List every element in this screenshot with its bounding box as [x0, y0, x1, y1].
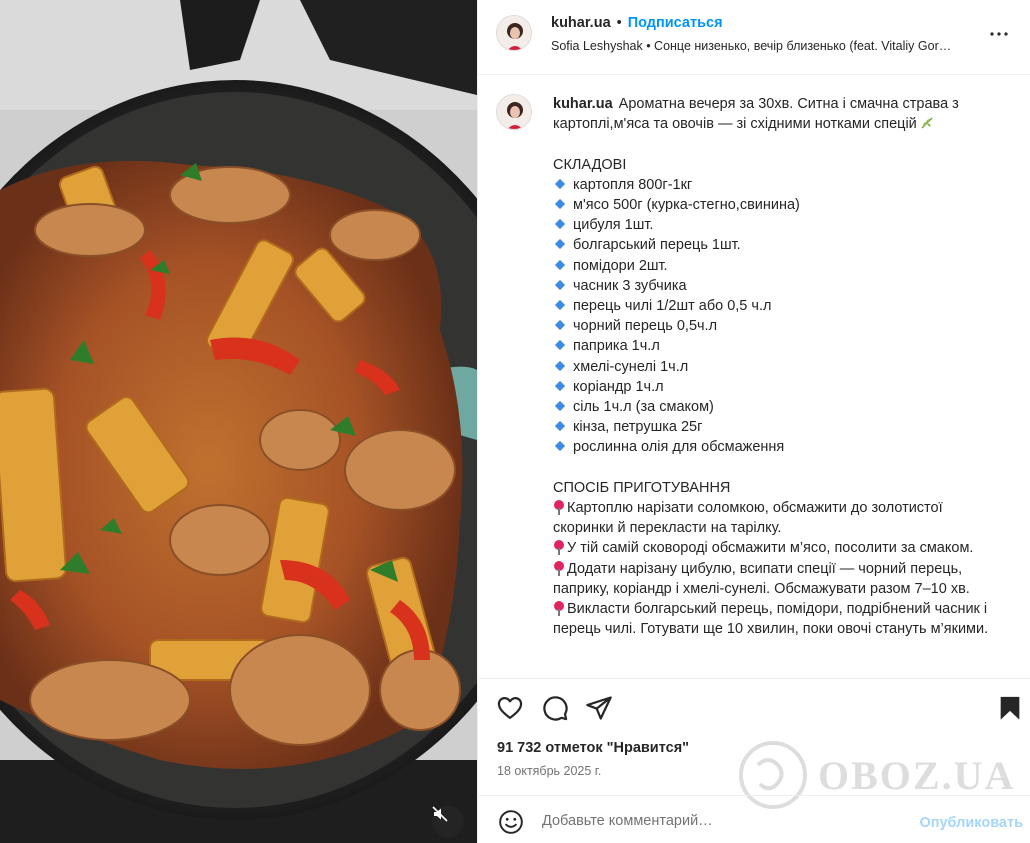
more-icon [990, 32, 1008, 36]
diamond-icon [554, 279, 566, 290]
ingredient-text: сіль 1ч.л (за смаком) [573, 399, 714, 416]
pushpin-icon [553, 560, 565, 576]
publish-button[interactable]: Опубликовать [919, 815, 1023, 831]
post-date: 18 октябрь 2025 г. [497, 764, 602, 778]
diamond-icon [554, 198, 566, 210]
follow-button[interactable]: Подписаться [628, 15, 723, 31]
list-item: паприка 1ч.л [553, 336, 993, 356]
food-photo [0, 0, 477, 843]
step-text: Додати нарізану цибулю, всипати спеції —… [553, 560, 970, 597]
caption-intro-text: Ароматна вечеря за 30хв. Ситна і смачна … [553, 96, 959, 133]
caption-text: kuhar.ua Ароматна вечеря за 30хв. Ситна … [553, 94, 993, 639]
list-item: чорний перець 0,5ч.л [553, 316, 993, 336]
ingredient-text: картопля 800г-1кг [573, 176, 693, 193]
diamond-icon [554, 320, 566, 331]
list-item: перець чилі 1/2шт або 0,5 ч.л [553, 296, 993, 316]
like-count[interactable]: 91 732 отметок "Нравится" [497, 740, 689, 756]
comment-icon [543, 696, 568, 721]
diamond-icon [554, 178, 566, 189]
diamond-icon [554, 421, 566, 432]
ingredient-text: помідори 2шт. [573, 257, 668, 274]
ingredient-text: коріандр 1ч.л [573, 378, 664, 395]
ingredient-text: часник 3 зубчика [573, 277, 687, 294]
ingredient-text: цибуля 1шт. [573, 217, 654, 234]
diamond-icon [554, 299, 566, 311]
pushpin-icon [553, 500, 565, 516]
diamond-icon [554, 340, 566, 351]
diamond-icon [554, 219, 566, 230]
list-item: часник 3 зубчика [553, 276, 993, 296]
mute-icon [432, 806, 448, 822]
list-item: сіль 1ч.л (за смаком) [553, 397, 993, 417]
ingredient-text: паприка 1ч.л [573, 338, 660, 355]
steps-list: Картоплю нарізати соломкою, обсмажити до… [553, 498, 993, 639]
list-item: хмелі-сунелі 1ч.л [553, 357, 993, 377]
post-media[interactable] [0, 0, 477, 843]
ingredients-title: СКЛАДОВІ [553, 156, 627, 173]
post-header: kuhar.ua • Подписаться Sofia Leshyshak • С… [478, 0, 1030, 75]
caption-intro: kuhar.ua Ароматна вечеря за 30хв. Ситна … [553, 94, 993, 134]
audio-attribution[interactable]: Sofia Leshyshak • Сонце низенько, вечір … [551, 39, 991, 53]
method-title: СПОСІБ ПРИГОТУВАННЯ [553, 479, 731, 496]
pushpin-icon [553, 601, 565, 617]
more-options-button[interactable] [987, 22, 1011, 46]
ingredients-list: картопля 800г-1кг м'ясо 500г (курка-стег… [553, 175, 993, 458]
bookmark-icon [1000, 696, 1020, 720]
herb-icon [921, 117, 933, 129]
emoji-button[interactable] [498, 809, 524, 835]
ingredient-text: чорний перець 0,5ч.л [573, 318, 718, 335]
list-item: У тій самій сковороді обсмажити м’ясо, п… [553, 538, 993, 558]
heart-icon [497, 696, 523, 720]
caption-avatar[interactable] [496, 94, 532, 130]
ingredient-text: кінза, петрушка 25г [573, 419, 703, 436]
list-item: кінза, петрушка 25г [553, 417, 993, 437]
avatar[interactable] [496, 15, 532, 51]
post-panel: kuhar.ua • Подписаться Sofia Leshyshak • С… [477, 0, 1030, 843]
avatar-image [497, 95, 531, 129]
watermark-text: OBOZ.UA [818, 752, 1016, 798]
ingredient-text: рослинна олія для обсмаження [573, 439, 785, 456]
save-button[interactable] [996, 694, 1024, 722]
ingredient-text: болгарський перець 1шт. [573, 237, 741, 254]
list-item: Викласти болгарський перець, помідори, п… [553, 599, 993, 639]
share-button[interactable] [585, 694, 613, 722]
mute-button[interactable] [432, 806, 464, 838]
list-item: помідори 2шт. [553, 256, 993, 276]
avatar-image [497, 16, 531, 50]
step-text: Викласти болгарський перець, помідори, п… [553, 601, 989, 638]
list-item: цибуля 1шт. [553, 215, 993, 235]
pushpin-icon [553, 540, 565, 556]
comment-bar: Опубликовать [478, 795, 1030, 843]
diamond-icon [554, 380, 566, 391]
list-item: рослинна олія для обсмаження [553, 437, 993, 457]
header-user-line: kuhar.ua • Подписаться [551, 15, 723, 31]
share-icon [586, 696, 612, 720]
list-item: болгарський перець 1шт. [553, 235, 993, 255]
diamond-icon [554, 259, 566, 270]
comment-input[interactable] [542, 809, 902, 833]
list-item: Додати нарізану цибулю, всипати спеції —… [553, 559, 993, 599]
diamond-icon [554, 441, 566, 452]
diamond-icon [554, 239, 566, 250]
list-item: Картоплю нарізати соломкою, обсмажити до… [553, 498, 993, 538]
step-text: Картоплю нарізати соломкою, обсмажити до… [553, 500, 943, 537]
ingredient-text: перець чилі 1/2шт або 0,5 ч.л [573, 298, 772, 315]
diamond-icon [554, 360, 566, 371]
caption-username[interactable]: kuhar.ua [553, 96, 613, 112]
like-button[interactable] [496, 694, 524, 722]
step-text: У тій самій сковороді обсмажити м’ясо, п… [567, 540, 974, 557]
list-item: картопля 800г-1кг [553, 175, 993, 195]
list-item: м'ясо 500г (курка-стегно,свинина) [553, 195, 993, 215]
caption-section: kuhar.ua Ароматна вечеря за 30хв. Ситна … [478, 76, 1030, 678]
comment-button[interactable] [541, 694, 569, 722]
ingredient-text: хмелі-сунелі 1ч.л [573, 358, 689, 375]
header-username[interactable]: kuhar.ua [551, 15, 611, 31]
emoji-icon [499, 810, 523, 834]
separator-dot: • [616, 15, 622, 31]
ingredient-text: м'ясо 500г (курка-стегно,свинина) [573, 197, 800, 213]
list-item: коріандр 1ч.л [553, 377, 993, 397]
diamond-icon [554, 400, 566, 412]
